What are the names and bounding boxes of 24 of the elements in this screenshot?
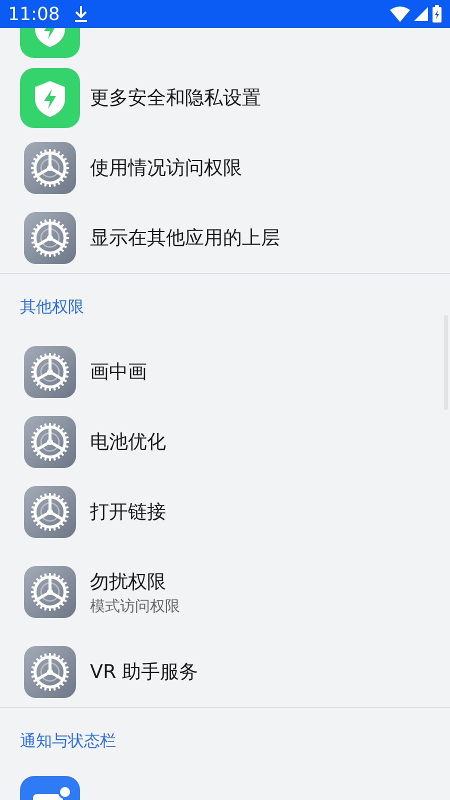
item-title[interactable]: 使用情况访问权限 bbox=[90, 155, 242, 181]
wifi-icon bbox=[390, 6, 410, 22]
shield-icon bbox=[20, 68, 80, 128]
gear-icon bbox=[24, 646, 76, 698]
battery-icon bbox=[432, 5, 442, 23]
item-title[interactable]: 勿扰权限 bbox=[90, 568, 180, 594]
item-title[interactable]: 画中画 bbox=[90, 359, 147, 385]
section-header: 其他权限 bbox=[20, 297, 84, 318]
item-title[interactable]: 更多安全和隐私设置 bbox=[90, 85, 261, 111]
download-icon bbox=[74, 5, 88, 23]
section-header: 通知与状态栏 bbox=[20, 731, 116, 752]
signal-icon bbox=[414, 7, 428, 21]
item-subtitle: 模式访问权限 bbox=[90, 596, 180, 616]
item-title[interactable]: 电池优化 bbox=[90, 429, 166, 455]
gear-icon bbox=[24, 416, 76, 468]
item-title[interactable]: VR 助手服务 bbox=[90, 659, 198, 685]
item-title[interactable]: 打开链接 bbox=[90, 499, 166, 525]
gear-icon bbox=[24, 566, 76, 618]
gear-icon bbox=[24, 486, 76, 538]
gear-icon bbox=[24, 346, 76, 398]
gear-icon bbox=[24, 212, 76, 264]
gear-icon bbox=[24, 142, 76, 194]
status-time: 11:08 bbox=[8, 4, 60, 24]
item-title[interactable]: 显示在其他应用的上层 bbox=[90, 225, 280, 251]
